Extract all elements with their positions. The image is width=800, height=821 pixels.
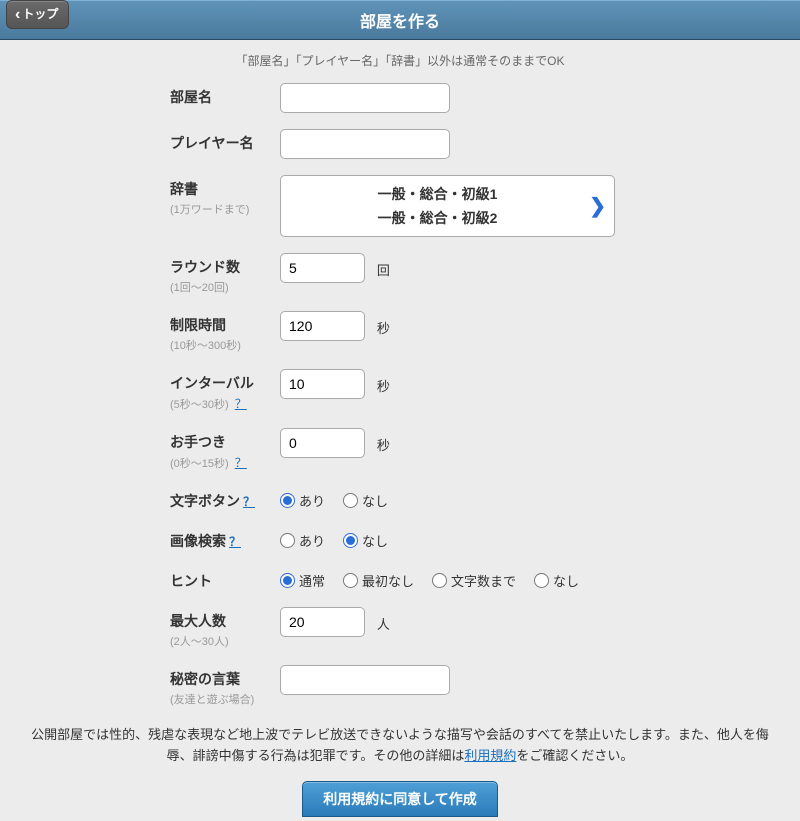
- sublabel-interval: (5秒〜30秒) ？: [170, 395, 280, 412]
- penalty-input[interactable]: [280, 428, 365, 458]
- interval-input[interactable]: [280, 369, 365, 399]
- max-players-input[interactable]: [280, 607, 365, 637]
- help-image-search[interactable]: ？: [229, 535, 241, 549]
- sublabel-penalty: (0秒〜15秒) ？: [170, 454, 280, 471]
- label-time-limit: 制限時間: [170, 315, 280, 335]
- rounds-input[interactable]: [280, 253, 365, 283]
- rounds-unit: 回: [377, 260, 390, 279]
- instruction-text: 「部屋名」「プレイヤー名」「辞書」以外は通常そのままでOK: [0, 52, 800, 69]
- top-button[interactable]: トップ: [6, 0, 69, 29]
- row-char-button: 文字ボタン？ あり なし: [170, 487, 630, 511]
- row-hint: ヒント 通常 最初なし 文字数まで なし: [170, 567, 630, 591]
- page-title: 部屋を作る: [360, 14, 440, 31]
- header-bar: トップ 部屋を作る: [0, 0, 800, 40]
- time-limit-unit: 秒: [377, 318, 390, 337]
- terms-link[interactable]: 利用規約: [464, 748, 516, 763]
- hint-radio-normal[interactable]: [280, 573, 295, 588]
- hint-group: 通常 最初なし 文字数まで なし: [280, 567, 630, 590]
- hint-radio-nofirst[interactable]: [343, 573, 358, 588]
- label-char-button: 文字ボタン？: [170, 491, 280, 511]
- label-image-search: 画像検索？: [170, 531, 280, 551]
- max-players-unit: 人: [377, 614, 390, 633]
- create-room-form: 部屋名 プレイヤー名 辞書 (1万ワードまで) 一般・総合・初級1 一般・総合・…: [170, 83, 630, 707]
- char-button-option-yes[interactable]: あり: [280, 491, 325, 510]
- char-button-group: あり なし: [280, 487, 630, 510]
- room-name-input[interactable]: [280, 83, 450, 113]
- row-time-limit: 制限時間 (10秒〜300秒) 秒: [170, 311, 630, 353]
- label-player-name: プレイヤー名: [170, 133, 280, 153]
- label-max-players: 最大人数: [170, 611, 280, 631]
- label-penalty: お手つき: [170, 432, 280, 452]
- sublabel-max-players: (2人〜30人): [170, 633, 280, 649]
- dictionary-select[interactable]: 一般・総合・初級1 一般・総合・初級2 ❯: [280, 175, 615, 237]
- hint-option-lenonly[interactable]: 文字数まで: [432, 571, 516, 590]
- label-room-name: 部屋名: [170, 87, 280, 107]
- image-search-radio-no[interactable]: [343, 533, 358, 548]
- top-button-label: トップ: [22, 7, 58, 21]
- help-interval[interactable]: ？: [235, 397, 247, 411]
- help-penalty[interactable]: ？: [235, 456, 247, 470]
- hint-radio-none[interactable]: [534, 573, 549, 588]
- image-search-option-no[interactable]: なし: [343, 531, 388, 550]
- row-rounds: ラウンド数 (1回〜20回) 回: [170, 253, 630, 295]
- row-player-name: プレイヤー名: [170, 129, 630, 159]
- sublabel-dictionary: (1万ワードまで): [170, 201, 280, 217]
- time-limit-input[interactable]: [280, 311, 365, 341]
- hint-option-none[interactable]: なし: [534, 571, 579, 590]
- label-interval: インターバル: [170, 373, 280, 393]
- label-rounds: ラウンド数: [170, 257, 280, 277]
- row-penalty: お手つき (0秒〜15秒) ？ 秒: [170, 428, 630, 471]
- char-button-radio-no[interactable]: [343, 493, 358, 508]
- row-image-search: 画像検索？ あり なし: [170, 527, 630, 551]
- sublabel-secret: (友達と遊ぶ場合): [170, 691, 280, 707]
- notice-text: 公開部屋では性的、残虐な表現など地上波でテレビ放送できないような描写や会話のすべ…: [15, 725, 785, 767]
- hint-option-normal[interactable]: 通常: [280, 571, 325, 590]
- row-max-players: 最大人数 (2人〜30人) 人: [170, 607, 630, 649]
- submit-button[interactable]: 利用規約に同意して作成: [302, 781, 498, 817]
- sublabel-rounds: (1回〜20回): [170, 279, 280, 295]
- secret-input[interactable]: [280, 665, 450, 695]
- help-char-button[interactable]: ？: [243, 495, 255, 509]
- row-interval: インターバル (5秒〜30秒) ？ 秒: [170, 369, 630, 412]
- row-secret: 秘密の言葉 (友達と遊ぶ場合): [170, 665, 630, 707]
- image-search-radio-yes[interactable]: [280, 533, 295, 548]
- label-dictionary: 辞書: [170, 179, 280, 199]
- interval-unit: 秒: [377, 376, 390, 395]
- image-search-group: あり なし: [280, 527, 630, 550]
- hint-option-nofirst[interactable]: 最初なし: [343, 571, 414, 590]
- penalty-unit: 秒: [377, 435, 390, 454]
- label-secret: 秘密の言葉: [170, 669, 280, 689]
- image-search-option-yes[interactable]: あり: [280, 531, 325, 550]
- hint-radio-lenonly[interactable]: [432, 573, 447, 588]
- dictionary-item: 一般・総合・初級2: [291, 206, 584, 230]
- row-dictionary: 辞書 (1万ワードまで) 一般・総合・初級1 一般・総合・初級2 ❯: [170, 175, 630, 237]
- sublabel-time-limit: (10秒〜300秒): [170, 337, 280, 353]
- row-room-name: 部屋名: [170, 83, 630, 113]
- player-name-input[interactable]: [280, 129, 450, 159]
- chevron-right-icon: ❯: [589, 194, 606, 219]
- dictionary-item: 一般・総合・初級1: [291, 182, 584, 206]
- char-button-radio-yes[interactable]: [280, 493, 295, 508]
- char-button-option-no[interactable]: なし: [343, 491, 388, 510]
- label-hint: ヒント: [170, 571, 280, 591]
